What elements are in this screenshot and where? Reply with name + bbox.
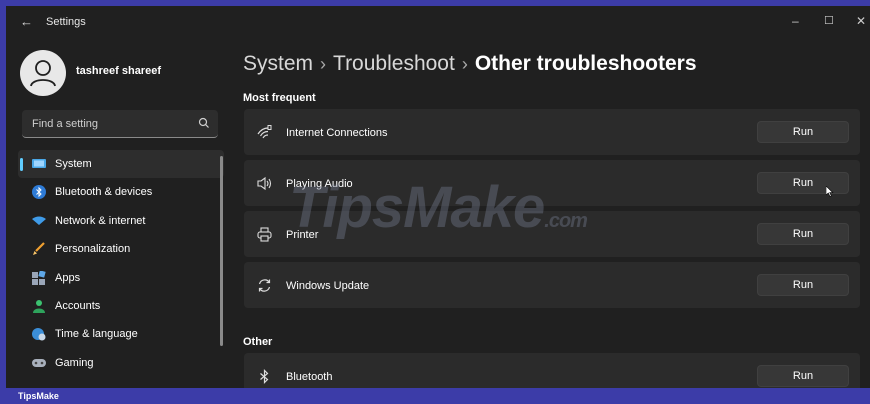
gamepad-icon — [32, 358, 46, 367]
person-icon — [33, 299, 45, 313]
troubleshooter-label: Windows Update — [286, 280, 370, 292]
footer-label: TipsMake — [18, 391, 59, 401]
sidebar-item-gaming[interactable]: Gaming — [18, 349, 224, 377]
maximize-button[interactable]: ☐ — [824, 14, 834, 27]
monitor-icon — [32, 159, 46, 168]
run-button[interactable]: Run — [757, 172, 849, 194]
globe-clock-icon — [32, 328, 46, 341]
watermark-suffix: .com — [544, 210, 588, 232]
sidebar-item-label: Time & language — [55, 328, 138, 341]
breadcrumb-separator: › — [461, 54, 468, 74]
search-input[interactable] — [22, 110, 204, 138]
footer-bar: TipsMake — [0, 388, 870, 404]
sidebar-item-network[interactable]: Network & internet — [18, 207, 224, 235]
sidebar-item-accounts[interactable]: Accounts — [18, 292, 224, 320]
settings-window: ← Settings – ☐ ✕ tashreef shareef Syst — [6, 6, 870, 388]
apps-icon — [32, 270, 46, 285]
watermark-text: TipsMake — [289, 175, 545, 240]
sidebar-nav: System Bluetooth & devices Network & int… — [18, 150, 224, 377]
sidebar-item-label: Personalization — [55, 243, 131, 256]
search-icon[interactable] — [198, 117, 210, 129]
search-box[interactable] — [22, 110, 218, 138]
app-title: Settings — [46, 16, 86, 28]
run-button[interactable]: Run — [757, 274, 849, 296]
mouse-cursor-icon — [826, 186, 834, 197]
avatar[interactable] — [20, 50, 66, 96]
sidebar-item-label: Gaming — [55, 356, 94, 369]
breadcrumb-system[interactable]: System — [243, 52, 313, 75]
run-button[interactable]: Run — [757, 121, 849, 143]
sidebar-item-label: System — [55, 158, 92, 170]
sidebar-scrollbar[interactable] — [220, 156, 223, 346]
breadcrumb-troubleshoot[interactable]: Troubleshoot — [333, 52, 455, 75]
page-title: Other troubleshooters — [474, 52, 697, 75]
printer-icon — [257, 227, 272, 242]
troubleshooter-internet-connections: Internet Connections Run — [244, 109, 860, 155]
section-most-frequent: Most frequent — [243, 92, 316, 104]
sidebar-item-apps[interactable]: Apps — [18, 264, 224, 292]
active-indicator — [20, 158, 23, 171]
minimize-button[interactable]: – — [792, 14, 799, 28]
user-name: tashreef shareef — [76, 65, 161, 77]
sidebar-item-system[interactable]: System — [18, 150, 224, 179]
close-button[interactable]: ✕ — [856, 14, 866, 28]
bluetooth-icon — [260, 369, 269, 384]
troubleshooter-bluetooth: Bluetooth Run — [244, 353, 860, 388]
sidebar-item-bluetooth-devices[interactable]: Bluetooth & devices — [18, 178, 224, 206]
troubleshooter-label: Internet Connections — [286, 127, 388, 139]
run-button[interactable]: Run — [757, 223, 849, 245]
network-icon — [257, 125, 272, 139]
sidebar-item-label: Bluetooth & devices — [55, 186, 153, 199]
person-icon — [30, 60, 56, 87]
title-bar: ← Settings – ☐ ✕ — [6, 6, 870, 36]
sidebar-item-label: Apps — [55, 271, 81, 284]
back-button[interactable]: ← — [20, 14, 33, 29]
sync-icon — [258, 279, 271, 292]
wifi-icon — [32, 216, 46, 225]
section-other: Other — [243, 336, 273, 348]
brush-icon — [33, 242, 45, 256]
run-button[interactable]: Run — [757, 365, 849, 387]
speaker-icon — [257, 176, 272, 191]
troubleshooter-windows-update: Windows Update Run — [244, 262, 860, 308]
watermark: TipsMake.com — [289, 174, 588, 241]
sidebar-item-personalization[interactable]: Personalization — [18, 235, 224, 263]
sidebar-item-label: Network & internet — [55, 214, 146, 227]
sidebar-item-label: Accounts — [55, 299, 101, 312]
bluetooth-icon — [32, 185, 46, 200]
troubleshooter-label: Bluetooth — [286, 371, 333, 383]
breadcrumb-separator: › — [320, 54, 327, 74]
breadcrumb: System › Troubleshoot › Other troubleshooter… — [243, 52, 697, 76]
sidebar-item-time-language[interactable]: Time & language — [18, 320, 224, 348]
